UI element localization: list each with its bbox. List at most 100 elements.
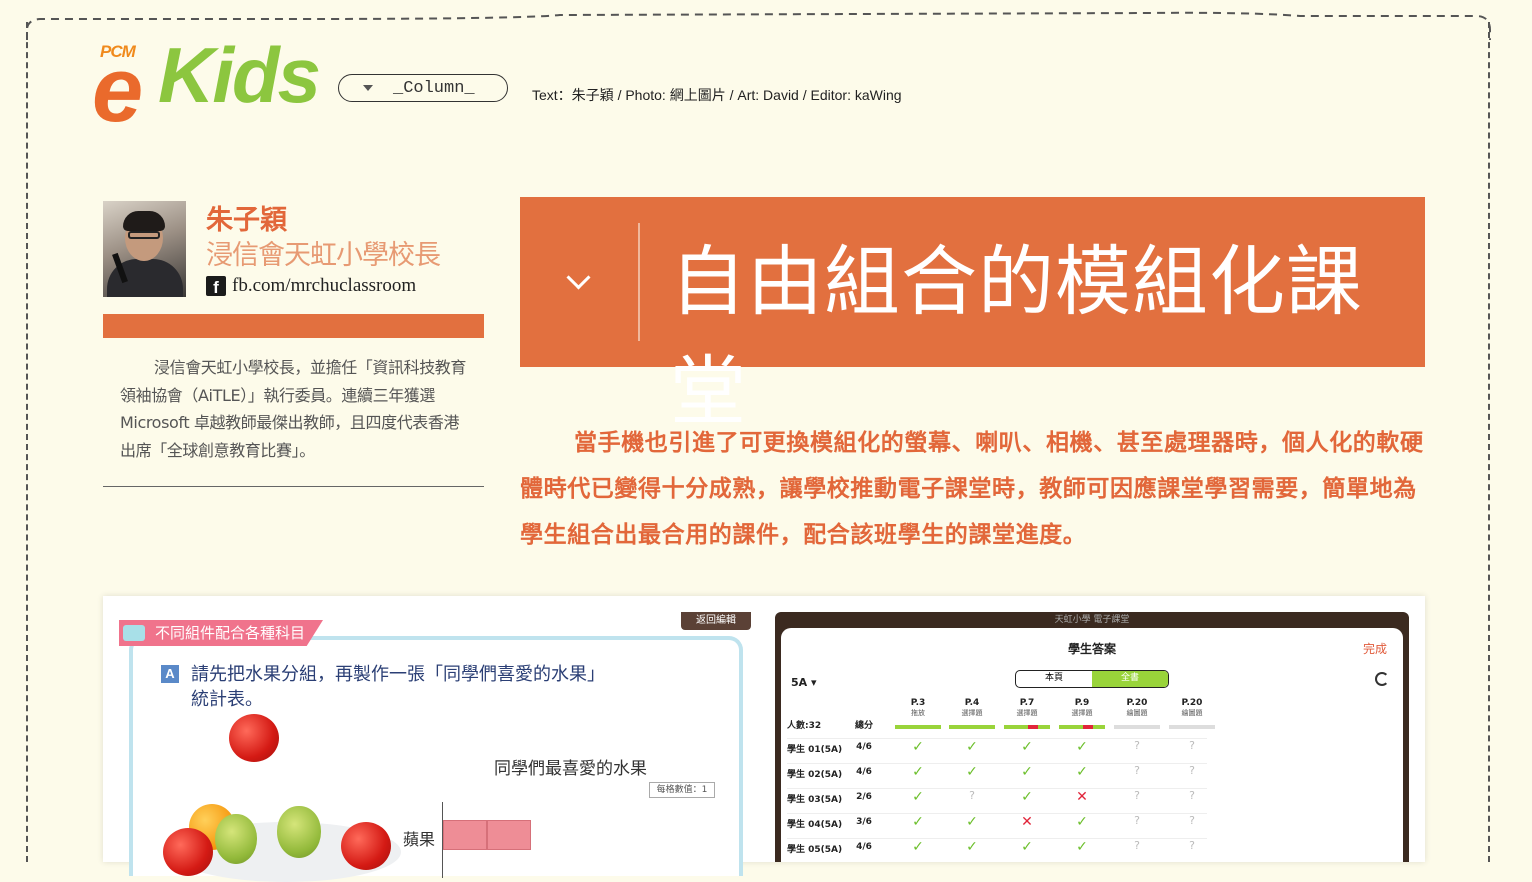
- answers-title: 學生答案: [1067, 642, 1116, 656]
- column-progress-bar: [1004, 725, 1050, 729]
- article-lead: 當手機也引進了可更換模組化的螢幕、喇叭、相機、甚至處理器時，個人化的軟硬體時代已…: [520, 430, 1424, 548]
- column-type-label: 繪圖題: [1181, 709, 1203, 717]
- left-screenshot: 返回編輯 不同組件配合各種科目 A 請先把水果分組，再製作一張「同學們喜愛的水果…: [119, 612, 751, 882]
- component-tag-label: 不同組件配合各種科目: [155, 624, 306, 642]
- pear-draggable[interactable]: [215, 814, 257, 864]
- scope-toggle[interactable]: 本頁 全書: [1015, 670, 1169, 688]
- column-page-label: P.20: [1181, 698, 1203, 708]
- column-dropdown[interactable]: _Column_: [338, 74, 508, 102]
- check-icon[interactable]: ✓: [903, 739, 933, 755]
- column-progress-bar: [895, 725, 941, 729]
- cross-icon[interactable]: ✕: [1067, 789, 1097, 805]
- chevron-down-icon: [566, 265, 591, 290]
- author-avatar: [103, 201, 186, 297]
- facebook-link[interactable]: fb.com/mrchuclassroom: [232, 275, 416, 297]
- question-icon[interactable]: ?: [1177, 814, 1207, 827]
- column-progress-bar: [1059, 725, 1105, 729]
- check-icon[interactable]: ✓: [957, 839, 987, 855]
- pear-draggable[interactable]: [277, 806, 321, 858]
- column-type-label: 拖放: [911, 709, 925, 717]
- dropdown-arrow-icon: [363, 85, 373, 91]
- author-bio: 浸信會天虹小學校長，並擔任「資訊科技教育領袖協會（AiTLE）」執行委員。連續三…: [120, 358, 467, 460]
- refresh-icon[interactable]: [1375, 672, 1389, 686]
- check-icon[interactable]: ✓: [957, 814, 987, 830]
- check-icon[interactable]: ✓: [903, 789, 933, 805]
- cross-icon[interactable]: ✕: [1012, 814, 1042, 830]
- question-icon[interactable]: ?: [1122, 839, 1152, 852]
- question-icon[interactable]: ?: [1122, 789, 1152, 802]
- check-icon[interactable]: ✓: [1067, 739, 1097, 755]
- check-icon[interactable]: ✓: [1067, 764, 1097, 780]
- question-icon[interactable]: ?: [1177, 839, 1207, 852]
- screenshots-panel: 返回編輯 不同組件配合各種科目 A 請先把水果分組，再製作一張「同學們喜愛的水果…: [103, 596, 1425, 882]
- bio-rule: [103, 486, 484, 487]
- column-page-label: P.4: [964, 698, 980, 708]
- section-badge: A: [161, 665, 179, 683]
- chart-scale-note: 每格數值：1: [649, 782, 715, 798]
- facebook-icon: f: [206, 276, 226, 296]
- chart-bar-cell[interactable]: [487, 820, 531, 850]
- student-name[interactable]: 學生 01(5A): [787, 742, 847, 755]
- column-type-label: 繪圖題: [1126, 709, 1148, 717]
- author-divider-band: [103, 314, 484, 338]
- check-icon[interactable]: ✓: [957, 764, 987, 780]
- question-icon[interactable]: ?: [1122, 739, 1152, 752]
- right-screenshot: 天虹小學 電子課堂 學生答案 完成 5A ▾ 本頁 全書 P.3 拖放 P.4 選擇題…: [775, 612, 1409, 862]
- class-select[interactable]: 5A ▾: [791, 676, 817, 689]
- logo-e-text: e: [92, 39, 144, 141]
- check-icon[interactable]: ✓: [903, 764, 933, 780]
- apple-draggable[interactable]: [163, 828, 213, 876]
- chart-bar-cell[interactable]: [443, 820, 487, 850]
- seg-this-page[interactable]: 本頁: [1016, 671, 1092, 687]
- student-count-label: 人數:32: [787, 721, 822, 731]
- student-score: 4/6: [856, 842, 872, 852]
- apple-draggable[interactable]: [341, 822, 391, 870]
- app-top-bar: 天虹小學 電子課堂: [1054, 615, 1130, 625]
- check-icon[interactable]: ✓: [1067, 839, 1097, 855]
- task-instruction: 請先把水果分組，再製作一張「同學們喜愛的水果」統計表。: [191, 664, 605, 710]
- dashed-frame-left: [26, 22, 28, 862]
- chart-title: 同學們最喜愛的水果: [494, 759, 647, 779]
- check-icon[interactable]: ✓: [903, 814, 933, 830]
- student-name[interactable]: 學生 03(5A): [787, 792, 847, 805]
- check-icon[interactable]: ✓: [1012, 764, 1042, 780]
- column-error-bar: [1083, 725, 1093, 729]
- score-header: 總分: [854, 721, 873, 731]
- apple-draggable[interactable]: [229, 714, 279, 762]
- done-button[interactable]: 完成: [1363, 640, 1387, 657]
- bar-label-apple: 蘋果: [403, 830, 436, 849]
- column-type-label: 選擇題: [1071, 709, 1093, 717]
- question-icon[interactable]: ?: [957, 789, 987, 802]
- check-icon[interactable]: ✓: [1012, 839, 1042, 855]
- column-page-label: P.3: [910, 698, 926, 708]
- student-name[interactable]: 學生 02(5A): [787, 767, 847, 780]
- question-icon[interactable]: ?: [1177, 764, 1207, 777]
- check-icon[interactable]: ✓: [957, 739, 987, 755]
- article-title: 自由組合的模組化課堂: [670, 237, 1363, 436]
- author-name: 朱子穎: [206, 205, 287, 236]
- component-tag: 不同組件配合各種科目: [119, 620, 324, 646]
- dashed-frame-right: [1488, 22, 1490, 862]
- logo-kids-text: Kids: [158, 31, 321, 119]
- column-error-bar: [1028, 725, 1038, 729]
- column-page-label: P.7: [1019, 698, 1035, 708]
- title-divider: [638, 223, 640, 341]
- check-icon[interactable]: ✓: [1012, 789, 1042, 805]
- column-page-label: P.20: [1126, 698, 1148, 708]
- question-icon[interactable]: ?: [1122, 764, 1152, 777]
- student-name[interactable]: 學生 04(5A): [787, 817, 847, 830]
- student-name[interactable]: 學生 05(5A): [787, 842, 847, 855]
- back-to-edit-button[interactable]: 返回編輯: [681, 612, 751, 630]
- column-type-label: 選擇題: [1016, 709, 1038, 717]
- student-score: 2/6: [856, 792, 872, 802]
- column-progress-bar: [1114, 725, 1160, 729]
- column-progress-bar: [1169, 725, 1215, 729]
- question-icon[interactable]: ?: [1177, 789, 1207, 802]
- column-label: _Column_: [393, 78, 475, 98]
- check-icon[interactable]: ✓: [903, 839, 933, 855]
- question-icon[interactable]: ?: [1177, 739, 1207, 752]
- seg-whole-book[interactable]: 全書: [1092, 671, 1168, 687]
- question-icon[interactable]: ?: [1122, 814, 1152, 827]
- check-icon[interactable]: ✓: [1012, 739, 1042, 755]
- check-icon[interactable]: ✓: [1067, 814, 1097, 830]
